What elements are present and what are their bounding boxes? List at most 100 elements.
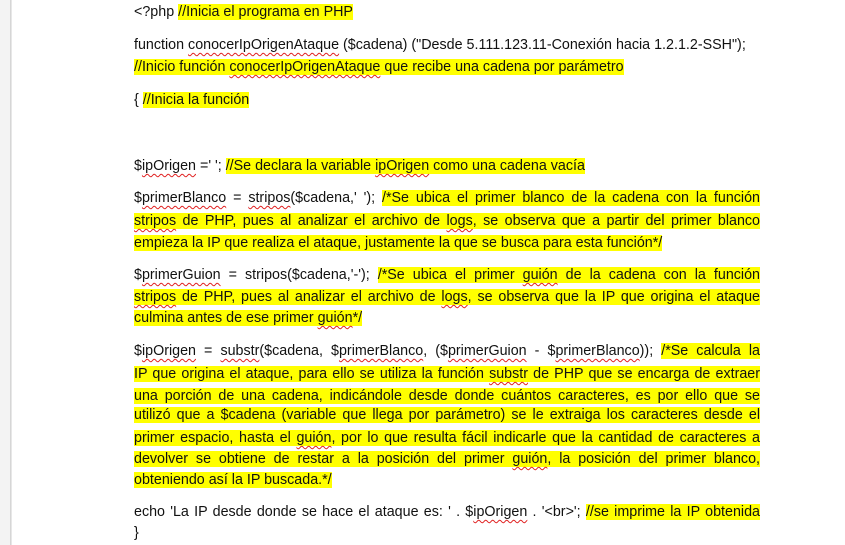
block-primerguion-line1: $primerGuion = stripos($cadena,'-'); /*S…	[134, 266, 760, 284]
comment-highlight: /*Se calcula la	[661, 343, 760, 359]
block-primerblanco-line2: stripos de PHP, pues al analizar el arch…	[134, 212, 760, 230]
comment-text: , la posición del primer blanco,	[547, 451, 761, 467]
comment-highlight: //Se declara la variable ipOrigen como u…	[225, 158, 585, 174]
comment-text: guión	[512, 451, 548, 467]
comment-highlight: /*Se ubica el primer guión de la cadena …	[377, 267, 760, 283]
block-substr-line6: devolver se obtiene de restar a la posic…	[134, 450, 761, 468]
comment-highlight: obteniendo así la IP buscada.*/	[134, 472, 332, 488]
comment-text: de PHP, pues al analizar el archivo de	[176, 289, 442, 305]
comment-text: guión	[317, 310, 353, 326]
code-text: $	[134, 267, 142, 283]
block-substr-line1: $ipOrigen = substr($cadena, $primerBlanc…	[134, 342, 760, 360]
comment-highlight: culmina antes de ese primer guión*/	[134, 310, 363, 326]
comment-text: culmina antes de ese primer	[134, 310, 318, 326]
code-text: . '<br>';	[527, 504, 586, 520]
comment-text: guión	[296, 430, 332, 446]
block-primerblanco-line1: $primerBlanco = stripos($cadena,' '); /*…	[134, 189, 761, 207]
comment-text: //Inicio función	[134, 59, 230, 75]
block-primerblanco-line3: empieza la IP que realiza el ataque, jus…	[134, 234, 760, 252]
code-text: {	[134, 92, 143, 108]
function-name: conocerIpOrigenAtaque	[229, 59, 381, 75]
block-substr-line7: obteniendo así la IP buscada.*/	[134, 471, 760, 489]
line-function-comment: //Inicio función conocerIpOrigenAtaque q…	[134, 58, 624, 76]
comment-highlight: //Inicia la función	[142, 92, 250, 108]
function-name: conocerIpOrigenAtaque	[188, 37, 340, 53]
comment-highlight: //Inicia el programa en PHP	[178, 4, 353, 20]
variable-name: ipOrigen	[141, 343, 196, 359]
line-iporigen-decl: $ipOrigen =' '; //Se declara la variable…	[134, 157, 585, 175]
variable-name: ipOrigen	[473, 504, 528, 520]
code-text: ($cadena) ("Desde 5.111.123.11-Conexión …	[339, 37, 746, 53]
function-name: stripos	[134, 289, 177, 305]
line-close-brace: }	[134, 524, 139, 542]
block-primerguion-line3: culmina antes de ese primer guión*/	[134, 309, 760, 327]
comment-text: /*Se ubica el primer	[377, 267, 523, 283]
left-gutter	[0, 0, 11, 545]
comment-text: , se observa que a partir del primer bla…	[472, 213, 760, 229]
code-text: ($cadena, $	[259, 343, 339, 359]
variable-name: ipOrigen	[375, 158, 430, 174]
variable-name: primerGuion	[141, 267, 221, 283]
code-text: function	[134, 37, 189, 53]
code-text: $	[134, 343, 142, 359]
variable-name: primerBlanco	[141, 190, 227, 206]
line-echo: echo 'La IP desde donde se hace el ataqu…	[134, 503, 760, 521]
comment-text: , se observa que la IP que origina el at…	[467, 289, 760, 305]
function-name: substr	[220, 343, 260, 359]
code-text: echo 'La IP desde donde se hace el ataqu…	[134, 504, 474, 520]
block-substr-line4: utilizó que a $cadena (variable que lleg…	[134, 406, 760, 424]
function-name: stripos	[248, 190, 291, 206]
comment-text: que recibe una cadena por parámetro	[380, 59, 624, 75]
comment-highlight: empieza la IP que realiza el ataque, jus…	[134, 235, 663, 251]
code-text: =	[226, 190, 249, 206]
comment-highlight: //Inicio función conocerIpOrigenAtaque q…	[134, 59, 624, 75]
code-text: $	[134, 190, 142, 206]
code-text: $	[134, 158, 142, 174]
comment-text: guión	[522, 267, 558, 283]
comment-text: logs	[441, 289, 468, 305]
code-text: =	[220, 267, 246, 283]
comment-text: de la cadena con la función	[557, 267, 760, 283]
line-function-decl: function conocerIpOrigenAtaque ($cadena)…	[134, 36, 746, 54]
code-text: ($cadena,' ');	[290, 190, 382, 206]
comment-highlight: //se imprime la IP obtenida	[585, 504, 760, 520]
block-substr-line3: una porción de una cadena, indicándole d…	[134, 387, 760, 405]
comment-highlight: stripos de PHP, pues al analizar el arch…	[134, 289, 760, 305]
function-name: substr	[489, 366, 528, 382]
function-name: stripos	[245, 267, 288, 283]
line-php-open: <?php //Inicia el programa en PHP	[134, 3, 353, 21]
variable-name: primerGuion	[447, 343, 527, 359]
comment-highlight: stripos de PHP, pues al analizar el arch…	[134, 213, 760, 229]
block-substr-line2: IP que origina el ataque, para ello se u…	[134, 365, 760, 383]
comment-highlight: primer espacio, hasta el guión, por lo q…	[134, 430, 760, 446]
function-name: stripos	[134, 213, 177, 229]
comment-text: primer espacio, hasta el	[134, 430, 297, 446]
code-text: , ($	[423, 343, 448, 359]
comment-highlight: una porción de una cadena, indicándole d…	[134, 388, 760, 404]
comment-highlight: /*Se ubica el primer blanco de la cadena…	[381, 190, 761, 206]
variable-name: primerBlanco	[555, 343, 640, 359]
comment-text: devolver se obtiene de restar a la posic…	[134, 451, 513, 467]
comment-text: */	[352, 310, 363, 326]
code-text: ($cadena,'-');	[287, 267, 378, 283]
comment-text: de PHP, pues al analizar el archivo de	[176, 213, 447, 229]
code-text: =	[196, 343, 221, 359]
comment-text: de PHP que se encarga de extraer	[528, 366, 760, 382]
page-edge	[11, 0, 12, 545]
comment-highlight: IP que origina el ataque, para ello se u…	[134, 366, 760, 382]
comment-text: logs	[446, 213, 473, 229]
variable-name: ipOrigen	[141, 158, 196, 174]
code-text: }	[134, 525, 139, 541]
variable-name: primerBlanco	[338, 343, 424, 359]
code-text: =' ';	[196, 158, 226, 174]
comment-highlight: utilizó que a $cadena (variable que lleg…	[134, 407, 760, 423]
code-text: ));	[639, 343, 662, 359]
comment-text: //Se declara la variable	[225, 158, 376, 174]
code-text: - $	[526, 343, 556, 359]
comment-text: como una cadena vacía	[429, 158, 585, 174]
block-primerguion-line2: stripos de PHP, pues al analizar el arch…	[134, 288, 760, 306]
block-substr-line5: primer espacio, hasta el guión, por lo q…	[134, 429, 760, 447]
comment-highlight: devolver se obtiene de restar a la posic…	[134, 451, 761, 467]
comment-text: , por lo que resulta fácil indicarle que…	[331, 430, 760, 446]
code-text: <?php	[134, 4, 179, 20]
